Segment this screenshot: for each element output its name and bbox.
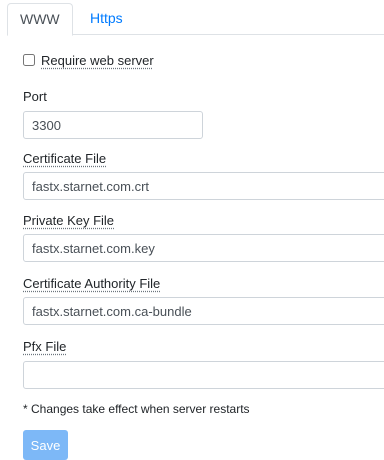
pfx-file-input[interactable] [23, 361, 384, 389]
port-label: Port [23, 89, 47, 104]
port-input[interactable] [23, 111, 203, 139]
restart-note: * Changes take effect when server restar… [23, 402, 250, 416]
tab-www[interactable]: WWW [7, 3, 73, 36]
pfx-file-label: Pfx File [23, 339, 67, 354]
certificate-authority-file-label: Certificate Authority File [23, 276, 161, 291]
private-key-file-label: Private Key File [23, 213, 115, 228]
require-web-server-checkbox[interactable] [23, 54, 35, 66]
certificate-file-input[interactable] [23, 172, 384, 200]
private-key-file-input[interactable] [23, 234, 384, 262]
tab-https[interactable]: Https [78, 3, 135, 36]
save-button[interactable]: Save [23, 430, 68, 460]
certificate-file-label: Certificate File [23, 151, 107, 166]
require-web-server-row: Require web server [23, 51, 154, 69]
tab-bar: WWW Https [7, 3, 384, 36]
certificate-authority-file-input[interactable] [23, 297, 384, 325]
require-web-server-label[interactable]: Require web server [41, 53, 154, 68]
